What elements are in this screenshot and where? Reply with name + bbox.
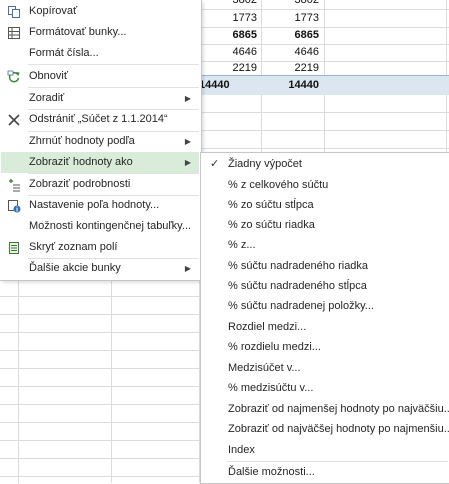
submenu-item-percent-difference-from[interactable]: % rozdielu medzi... <box>202 337 448 357</box>
chevron-right-icon: ▶ <box>184 264 191 273</box>
submenu-item-label: Rozdiel medzi... <box>228 321 307 333</box>
menu-item-label: Nastavenie poľa hodnoty... <box>29 199 160 211</box>
submenu-item-percent-of-column-total[interactable]: % zo súčtu stĺpca <box>202 195 448 215</box>
menu-item-value-field-settings[interactable]: i Nastavenie poľa hodnoty... <box>1 195 199 216</box>
chevron-right-icon: ▶ <box>184 158 191 167</box>
menu-item-label: Možnosti kontingenčnej tabuľky... <box>29 220 191 232</box>
menu-item-label: Zoradiť <box>29 92 65 104</box>
show-values-as-submenu: ✓ Žiadny výpočet % z celkového súčtu % z… <box>200 152 449 484</box>
menu-item-pivottable-options[interactable]: Možnosti kontingenčnej tabuľky... <box>1 216 199 237</box>
menu-item-label: Kopírovať <box>29 5 78 17</box>
menu-item-show-values-as[interactable]: Zobraziť hodnoty ako ▶ <box>1 152 199 173</box>
chevron-right-icon: ▶ <box>184 94 191 103</box>
format-cells-icon <box>5 24 22 41</box>
menu-item-label: Zobraziť hodnoty ako <box>29 156 133 168</box>
menu-item-show-details[interactable]: Zobraziť podrobnosti <box>1 174 199 195</box>
context-menu: Kopírovať Formátovať bunky... Formát čís… <box>0 0 202 281</box>
menu-item-label: Zobraziť podrobnosti <box>29 178 131 190</box>
submenu-item-percent-of-grand-total[interactable]: % z celkového súčtu <box>202 175 448 195</box>
submenu-item-rank-largest-to-smallest[interactable]: Zobraziť od najväčšej hodnoty po najmenš… <box>202 419 449 439</box>
submenu-item-label: Ďalšie možnosti... <box>228 466 315 478</box>
table-cell[interactable]: 2219 <box>199 59 257 77</box>
menu-item-summarize-values-by[interactable]: Zhrnúť hodnoty podľa ▶ <box>1 131 199 152</box>
menu-item-label: Formátovať bunky... <box>29 26 127 38</box>
submenu-item-label: % súčtu nadradeného riadka <box>228 260 369 272</box>
table-cell[interactable]: 6865 <box>199 26 257 44</box>
show-details-icon <box>5 176 22 193</box>
menu-item-label: Obnoviť <box>29 70 68 82</box>
submenu-item-percent-of-row-total[interactable]: % zo súčtu riadka <box>202 215 448 235</box>
menu-separator <box>28 64 199 65</box>
menu-item-copy[interactable]: Kopírovať <box>1 1 199 22</box>
submenu-item-percent-running-total-in[interactable]: % medzisúčtu v... <box>202 378 448 398</box>
submenu-item-label: Zobraziť od najmenšej hodnoty po najväčš… <box>228 403 449 415</box>
submenu-item-label: % z celkového súčtu <box>228 179 329 191</box>
menu-item-label: Odstrániť „Súčet z 1.1.2014“ <box>29 113 168 125</box>
submenu-item-percent-of-parent-row-total[interactable]: % súčtu nadradeného riadka <box>202 256 448 276</box>
menu-item-hide-field-list[interactable]: Skryť zoznam polí <box>1 237 199 258</box>
checkmark-icon: ✓ <box>210 158 220 170</box>
menu-item-format-cells[interactable]: Formátovať bunky... <box>1 22 199 43</box>
submenu-item-percent-of[interactable]: % z... <box>202 235 448 255</box>
submenu-item-label: % medzisúčtu v... <box>228 382 314 394</box>
remove-x-icon <box>5 111 22 128</box>
submenu-item-label: Medzisúčet v... <box>228 362 301 374</box>
submenu-item-more-options[interactable]: Ďalšie možnosti... <box>202 462 448 482</box>
menu-item-number-format[interactable]: Formát čísla... <box>1 43 199 64</box>
grand-total-row[interactable] <box>199 75 449 95</box>
field-list-icon <box>5 239 22 256</box>
svg-text:i: i <box>15 206 17 213</box>
chevron-right-icon: ▶ <box>184 137 191 146</box>
refresh-icon <box>5 68 22 85</box>
submenu-item-percent-of-parent-total[interactable]: % súčtu nadradenej položky... <box>202 296 448 316</box>
submenu-item-label: % zo súčtu stĺpca <box>228 199 314 211</box>
submenu-item-label: % súčtu nadradenej položky... <box>228 300 374 312</box>
submenu-item-difference-from[interactable]: Rozdiel medzi... <box>202 317 448 337</box>
table-cell[interactable]: 3802 <box>199 0 257 9</box>
table-cell[interactable]: 6865 <box>261 26 319 44</box>
submenu-item-no-calculation[interactable]: ✓ Žiadny výpočet <box>202 154 448 174</box>
menu-item-more-cell-actions[interactable]: Ďalšie akcie bunky ▶ <box>1 258 199 279</box>
submenu-item-index[interactable]: Index <box>202 440 448 460</box>
submenu-item-percent-of-parent-column-total[interactable]: % súčtu nadradeného stĺpca <box>202 276 448 296</box>
menu-item-label: Ďalšie akcie bunky <box>29 262 121 274</box>
table-cell[interactable]: 2219 <box>261 59 319 77</box>
submenu-item-label: Žiadny výpočet <box>228 158 302 170</box>
menu-item-refresh[interactable]: Obnoviť <box>1 66 199 87</box>
field-settings-icon: i <box>5 197 22 214</box>
menu-item-sort[interactable]: Zoradiť ▶ <box>1 88 199 109</box>
table-cell[interactable]: 14440 <box>199 76 230 94</box>
submenu-item-label: % z... <box>228 239 256 251</box>
table-cell[interactable]: 3802 <box>261 0 319 9</box>
submenu-item-running-total-in[interactable]: Medzisúčet v... <box>202 358 448 378</box>
menu-item-label: Skryť zoznam polí <box>29 241 118 253</box>
table-cell[interactable]: 14440 <box>261 76 319 94</box>
submenu-item-label: % rozdielu medzi... <box>228 341 321 353</box>
submenu-item-label: Zobraziť od najväčšej hodnoty po najmenš… <box>228 423 449 435</box>
submenu-item-rank-smallest-to-largest[interactable]: Zobraziť od najmenšej hodnoty po najväčš… <box>202 399 449 419</box>
submenu-item-label: Index <box>228 444 255 456</box>
menu-item-label: Formát čísla... <box>29 47 99 59</box>
table-cell[interactable]: 1773 <box>199 9 257 27</box>
submenu-item-label: % zo súčtu riadka <box>228 219 315 231</box>
menu-item-remove-field[interactable]: Odstrániť „Súčet z 1.1.2014“ <box>1 109 199 130</box>
table-cell[interactable]: 1773 <box>261 9 319 27</box>
submenu-item-label: % súčtu nadradeného stĺpca <box>228 280 367 292</box>
menu-item-label: Zhrnúť hodnoty podľa <box>29 135 135 147</box>
copy-icon <box>5 3 22 20</box>
